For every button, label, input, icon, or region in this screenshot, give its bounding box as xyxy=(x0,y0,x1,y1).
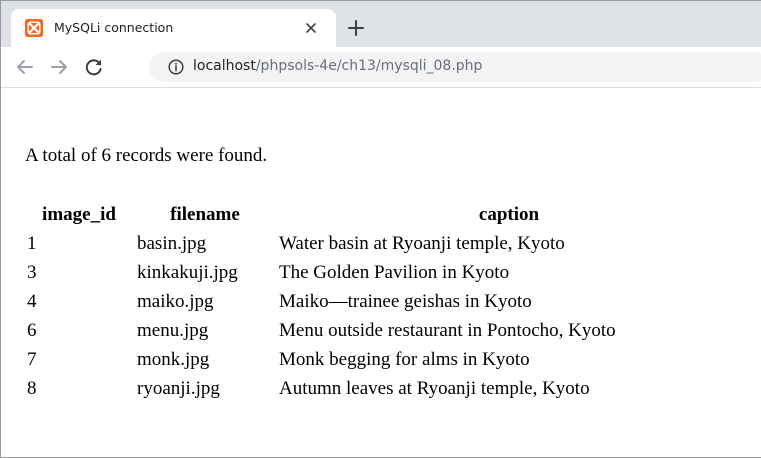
cell-caption: Autumn leaves at Ryoanji temple, Kyoto xyxy=(279,377,590,399)
cell-image-id: 1 xyxy=(27,232,37,254)
close-icon[interactable] xyxy=(300,17,322,39)
cell-filename: maiko.jpg xyxy=(137,290,214,312)
table-row: 7 monk.jpg Monk begging for alms in Kyot… xyxy=(25,345,741,374)
table-row: 4 maiko.jpg Maiko—trainee geishas in Kyo… xyxy=(25,287,741,316)
reload-icon[interactable] xyxy=(82,55,106,79)
cell-filename: ryoanji.jpg xyxy=(137,377,220,399)
cell-caption: The Golden Pavilion in Kyoto xyxy=(279,261,510,283)
table-header-row: image_id filename caption xyxy=(25,200,741,229)
info-icon[interactable] xyxy=(168,59,184,75)
column-header-image-id: image_id xyxy=(42,203,116,225)
table-row: 3 kinkakuji.jpg The Golden Pavilion in K… xyxy=(25,258,741,287)
table-row: 6 menu.jpg Menu outside restaurant in Po… xyxy=(25,316,741,345)
plus-icon[interactable] xyxy=(344,16,368,40)
cell-caption: Water basin at Ryoanji temple, Kyoto xyxy=(279,232,565,254)
cell-image-id: 3 xyxy=(27,261,37,283)
forward-arrow-icon[interactable] xyxy=(47,55,71,79)
cell-image-id: 8 xyxy=(27,377,37,399)
page-content: A total of 6 records were found. image_i… xyxy=(1,88,761,457)
cell-caption: Menu outside restaurant in Pontocho, Kyo… xyxy=(279,319,616,341)
cell-caption: Monk begging for alms in Kyoto xyxy=(279,348,530,370)
cell-image-id: 4 xyxy=(27,290,37,312)
tab-title: MySQLi connection xyxy=(54,20,174,35)
url-text[interactable]: localhost/phpsols-4e/ch13/mysqli_08.php xyxy=(193,58,482,74)
tab-strip: MySQLi connection xyxy=(1,1,761,47)
column-header-caption: caption xyxy=(478,203,540,225)
browser-window: MySQLi connection localhost/phpsols-4e/c… xyxy=(0,0,761,458)
url-host: localhost xyxy=(193,58,256,74)
cell-caption: Maiko—trainee geishas in Kyoto xyxy=(279,290,532,312)
cell-filename: monk.jpg xyxy=(137,348,210,370)
cell-image-id: 7 xyxy=(27,348,37,370)
cell-filename: menu.jpg xyxy=(137,319,209,341)
browser-toolbar: localhost/phpsols-4e/ch13/mysqli_08.php xyxy=(1,47,761,88)
column-header-filename: filename xyxy=(170,203,240,225)
xampp-favicon-icon xyxy=(25,19,43,37)
address-bar[interactable]: localhost/phpsols-4e/ch13/mysqli_08.php xyxy=(149,52,761,82)
tab-mysqli-connection[interactable]: MySQLi connection xyxy=(11,9,336,47)
table-row: 8 ryoanji.jpg Autumn leaves at Ryoanji t… xyxy=(25,374,741,403)
records-table: image_id filename caption 1 basin.jpg Wa… xyxy=(23,200,743,403)
cell-image-id: 6 xyxy=(27,319,37,341)
table-row: 1 basin.jpg Water basin at Ryoanji templ… xyxy=(25,229,741,258)
url-path: /phpsols-4e/ch13/mysqli_08.php xyxy=(255,58,483,74)
records-summary: A total of 6 records were found. xyxy=(25,145,268,166)
cell-filename: basin.jpg xyxy=(137,232,207,254)
cell-filename: kinkakuji.jpg xyxy=(137,261,238,283)
back-arrow-icon[interactable] xyxy=(13,55,37,79)
